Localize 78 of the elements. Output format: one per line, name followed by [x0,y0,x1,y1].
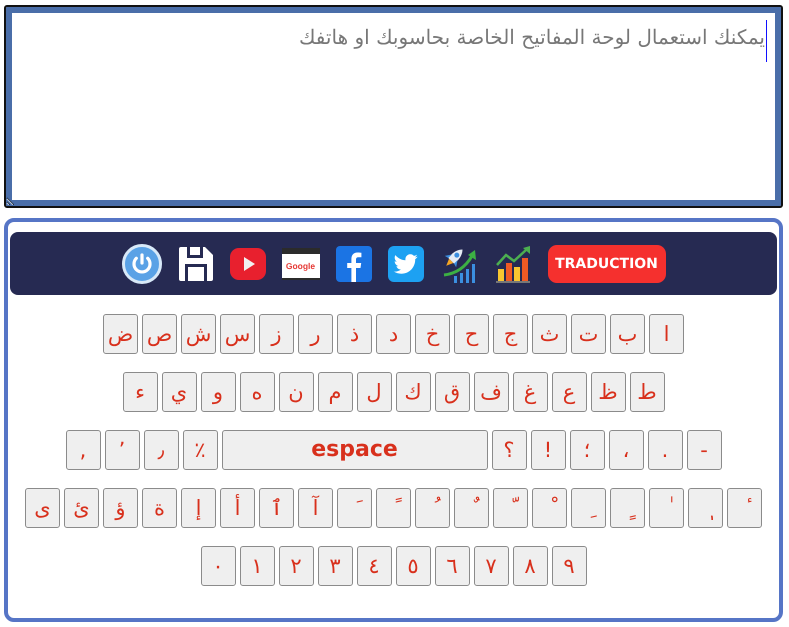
keyboard-key[interactable]: ش [181,314,216,354]
facebook-icon[interactable] [336,246,372,282]
keyboard-key[interactable]: ٣ [318,546,352,586]
keyboard-key[interactable]: ٍ [610,488,645,528]
keyboard-key[interactable]: ك [396,372,430,412]
keyboard-key[interactable]: ي [162,372,196,412]
keyboard-key[interactable]: ١ [240,546,274,586]
keyboard-key[interactable]: ت [571,314,606,354]
keyboard-key[interactable]: ث [532,314,567,354]
keyboard-key[interactable]: ق [434,372,470,412]
keyboard-key[interactable]: َ [337,488,372,528]
keyboard-key[interactable]: ٪ [182,430,218,470]
keyboard-key[interactable]: ِ [571,488,606,528]
keyboard-key[interactable]: غ [512,372,548,412]
keyboard-key[interactable]: ٢ [278,546,314,586]
translate-button[interactable]: TRADUCTION [548,244,666,282]
keyboard-key[interactable]: ؛ [570,430,604,470]
keyboard-key[interactable]: . [648,430,682,470]
keyboard-key[interactable]: , [66,430,100,470]
keyboard-key[interactable]: ض [103,314,138,354]
keyboard-key[interactable]: د [376,314,411,354]
text-area[interactable]: يمكنك استعمال لوحة المفاتيح الخاصة بحاسوبك او هاتفك [4,5,783,208]
keyboard-key[interactable]: ذ [337,314,372,354]
keyboard-key[interactable]: إ [181,488,216,528]
keyboard-key[interactable]: ع [552,372,586,412]
save-icon[interactable] [178,246,214,282]
keyboard-key[interactable]: ه [240,372,274,412]
power-icon[interactable] [122,244,162,284]
keyboard-key[interactable]: ؤ [103,488,138,528]
keyboard-key[interactable]: ْ [532,488,567,528]
keyboard-key[interactable]: ! [530,430,566,470]
keyboard-key[interactable]: ٫ [144,430,178,470]
keyboard-key[interactable]: ب [610,314,645,354]
keyboard-key[interactable]: - [686,430,722,470]
keyboard-key[interactable]: ً [376,488,411,528]
keyboard-key[interactable]: س [220,314,255,354]
keyboard-key[interactable]: ُ [415,488,450,528]
keyboard-key[interactable]: أ [220,488,255,528]
keyboard-key[interactable]: ن [278,372,314,412]
keyboard-key[interactable]: ز [259,314,294,354]
keyboard-key[interactable]: ص [142,314,177,354]
video-play-icon[interactable] [230,248,266,280]
keyboard-key[interactable]: ء [122,372,158,412]
keyboard-key[interactable]: ٦ [434,546,470,586]
keyboard-key[interactable]: ا [649,314,684,354]
keyboard-key[interactable]: ف [474,372,508,412]
keyboard-key[interactable]: ٔ [727,488,762,528]
keyboard-key[interactable]: ة [142,488,177,528]
keyboard-key[interactable]: م [318,372,352,412]
growth-chart-icon[interactable] [494,244,532,282]
keyboard-key[interactable]: ٌ [454,488,489,528]
keyboard-key[interactable]: ٱ [259,488,294,528]
keyboard-key[interactable]: ؟ [492,430,526,470]
keyboard-key[interactable]: ٤ [356,546,392,586]
keyboard-key[interactable]: ٖ [688,488,723,528]
keyboard-key[interactable]: ى [25,488,60,528]
keyboard-key[interactable]: ٬ [104,430,140,470]
keyboard-key[interactable]: ، [608,430,644,470]
browser-window-button[interactable]: Google [282,248,320,280]
space-key[interactable]: espace [222,430,488,470]
keyboard-key[interactable]: ٩ [552,546,586,586]
keyboard-key[interactable]: ئ [64,488,99,528]
keyboard-key[interactable]: ر [298,314,333,354]
keyboard-key[interactable]: ط [630,372,664,412]
keyboard-key[interactable]: ج [493,314,528,354]
keyboard-key[interactable]: آ [298,488,333,528]
keyboard-key[interactable]: ل [356,372,392,412]
keyboard-key[interactable]: ّ [493,488,528,528]
keyboard-key[interactable]: ٨ [512,546,548,586]
keyboard-key[interactable]: ظ [590,372,626,412]
keyboard-key[interactable]: ٥ [396,546,430,586]
keyboard-key[interactable]: ٧ [474,546,508,586]
keyboard-key[interactable]: ٠ [200,546,236,586]
keyboard-key[interactable]: ٰ [649,488,684,528]
twitter-icon[interactable] [388,246,424,282]
keyboard-key[interactable]: خ [415,314,450,354]
keyboard-key[interactable]: و [200,372,236,412]
keyboard-key[interactable]: ح [454,314,489,354]
